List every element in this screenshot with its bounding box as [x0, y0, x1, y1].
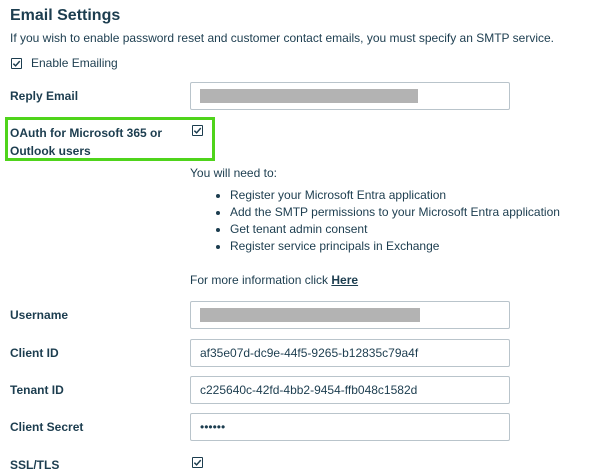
reply-email-input[interactable] — [190, 82, 510, 110]
list-item: Add the SMTP permissions to your Microso… — [190, 204, 560, 221]
enable-emailing-checkbox[interactable] — [11, 57, 22, 69]
client-secret-input[interactable]: •••••• — [190, 413, 510, 441]
client-id-input[interactable]: af35e07d-dc9e-44f5-9265-b12835c79a4f — [190, 339, 510, 367]
section-description: If you wish to enable password reset and… — [10, 31, 555, 45]
requirements-list: Register your Microsoft Entra applicatio… — [190, 187, 560, 255]
oauth-checkbox[interactable] — [192, 125, 203, 136]
reply-email-label: Reply Email — [10, 89, 79, 103]
checkmark-icon — [193, 459, 202, 466]
redacted-value — [200, 308, 420, 322]
ssl-tls-checkbox[interactable] — [192, 457, 203, 468]
oauth-label: OAuth for Microsoft 365 or Outlook users — [10, 126, 163, 158]
list-item: Register service principals in Exchange — [190, 238, 560, 255]
more-info-text: For more information click Here — [190, 273, 358, 287]
redacted-value — [200, 89, 418, 103]
enable-emailing-row: Enable Emailing — [11, 56, 118, 70]
requirements-intro: You will need to: — [190, 166, 277, 180]
tenant-id-input[interactable]: c225640c-42fd-4bb2-9454-ffb048c1582d — [190, 376, 510, 404]
enable-emailing-label: Enable Emailing — [31, 56, 118, 70]
client-secret-label: Client Secret — [10, 420, 84, 434]
tenant-id-label: Tenant ID — [10, 383, 64, 397]
here-link[interactable]: Here — [331, 273, 358, 287]
list-item: Get tenant admin consent — [190, 221, 560, 238]
list-item: Register your Microsoft Entra applicatio… — [190, 187, 560, 204]
checkmark-icon — [12, 60, 21, 67]
more-info-prefix: For more information click — [190, 273, 332, 287]
section-title: Email Settings — [10, 7, 121, 24]
ssl-tls-label: SSL/TLS — [10, 458, 60, 472]
username-input[interactable] — [190, 301, 510, 329]
client-id-label: Client ID — [10, 346, 59, 360]
checkmark-icon — [193, 127, 202, 134]
username-label: Username — [10, 308, 69, 322]
